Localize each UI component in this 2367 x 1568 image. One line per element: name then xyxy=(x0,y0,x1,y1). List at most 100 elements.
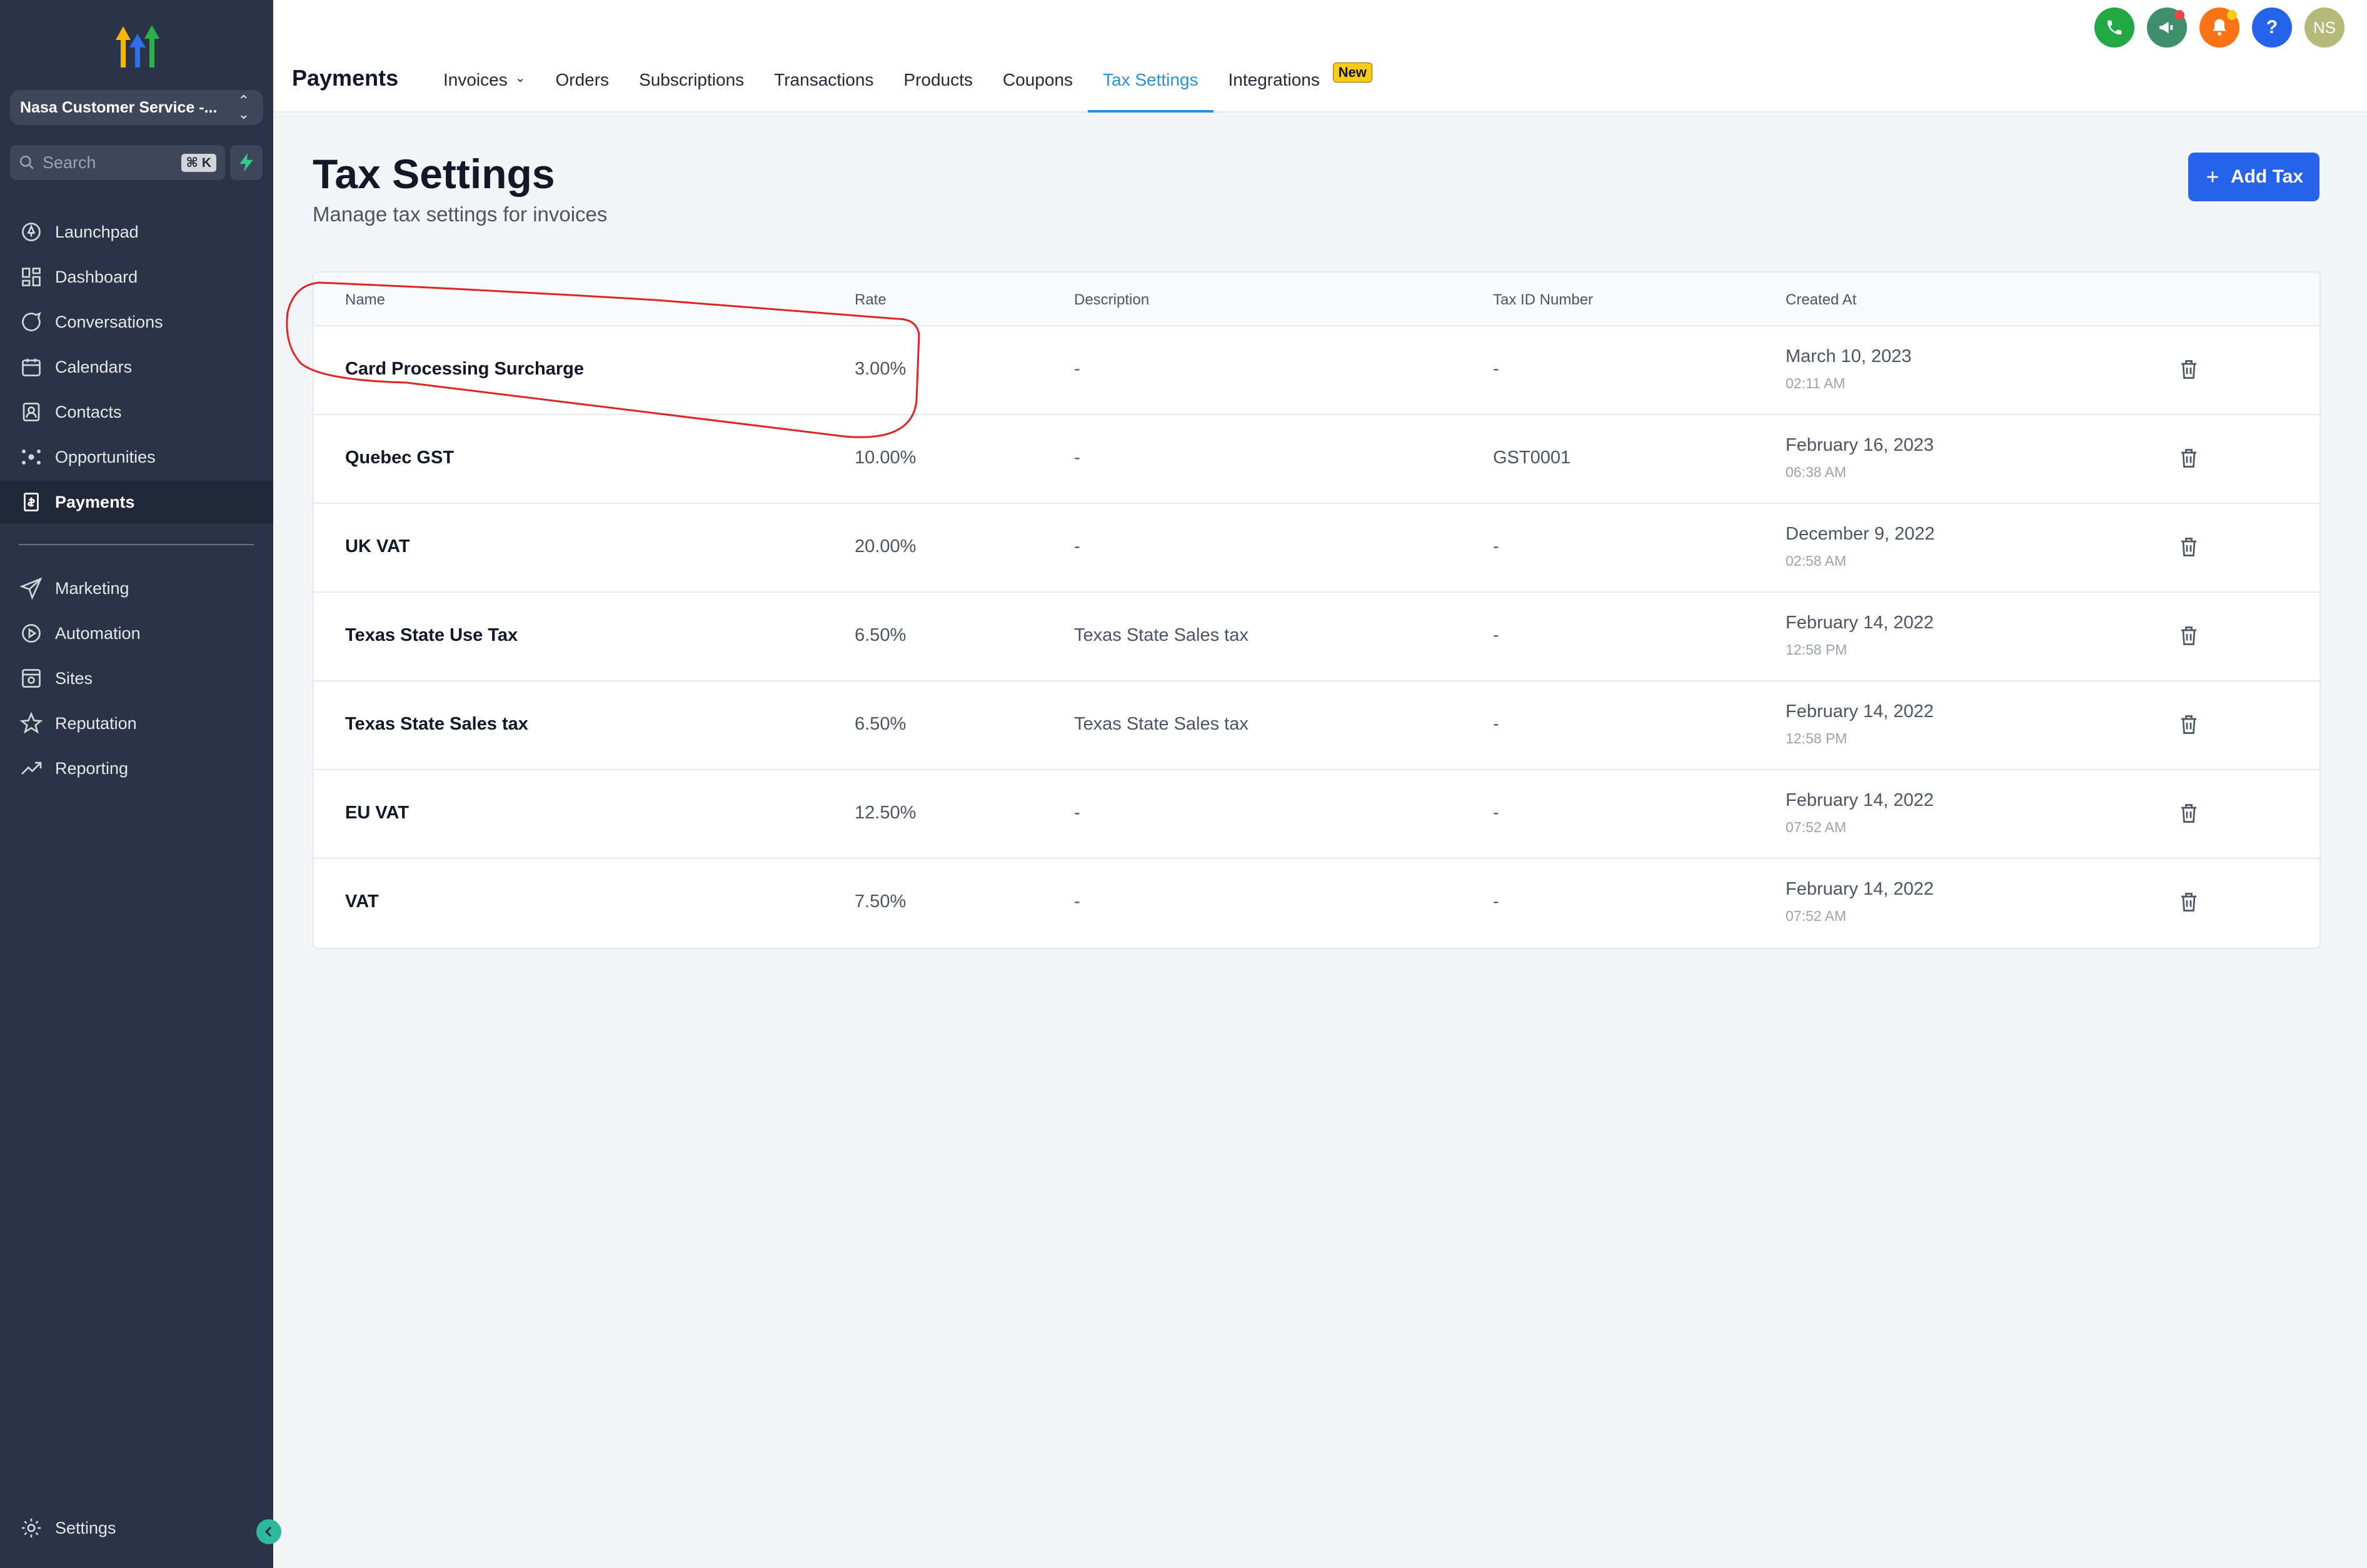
sidebar-item-automation[interactable]: Automation xyxy=(0,612,273,655)
created-time: 12:58 PM xyxy=(1786,730,1847,746)
search-icon xyxy=(19,155,34,169)
phone-button[interactable] xyxy=(2094,8,2134,48)
star-icon xyxy=(20,712,43,734)
sidebar-item-label: Calendars xyxy=(55,357,133,376)
tax-name: EU VAT xyxy=(345,803,410,823)
sidebar-item-settings[interactable]: Settings xyxy=(0,1507,273,1549)
tax-description: Texas State Sales tax xyxy=(1074,625,1249,645)
help-button[interactable]: ? xyxy=(2252,8,2292,48)
sidebar-item-dashboard[interactable]: Dashboard xyxy=(0,256,273,298)
sidebar-item-calendars[interactable]: Calendars xyxy=(0,346,273,388)
grid-icon xyxy=(22,268,41,286)
tax-rate: 12.50% xyxy=(855,803,917,823)
account-switcher[interactable]: Nasa Customer Service -... ⌃ ⌄ xyxy=(10,90,263,125)
user-avatar[interactable]: NS xyxy=(2304,8,2344,48)
chat-icon xyxy=(22,312,41,331)
created-date: February 16, 2023 xyxy=(1786,435,1934,455)
sidebar-item-label: Conversations xyxy=(55,312,163,331)
sidebar-item-sites[interactable]: Sites xyxy=(0,657,273,700)
sidebar-item-reputation[interactable]: Reputation xyxy=(0,702,273,745)
tax-id-number: - xyxy=(1493,892,1499,912)
sidebar-item-label: Launchpad xyxy=(55,222,139,241)
new-badge: New xyxy=(1332,63,1372,83)
tab-orders[interactable]: Orders xyxy=(540,60,624,113)
collapse-sidebar-button[interactable] xyxy=(256,1519,281,1544)
created-time: 06:38 AM xyxy=(1786,464,1847,480)
sidebar-item-launchpad[interactable]: Launchpad xyxy=(0,211,273,253)
tab-label: Transactions xyxy=(774,70,874,89)
tab-coupons[interactable]: Coupons xyxy=(988,60,1088,113)
sidebar-item-contacts[interactable]: Contacts xyxy=(0,391,273,433)
tab-invoices[interactable]: Invoices ⌄ xyxy=(428,60,540,113)
created-date: February 14, 2022 xyxy=(1786,701,1934,721)
tab-subscriptions[interactable]: Subscriptions xyxy=(624,60,759,113)
sidebar-item-payments[interactable]: Payments xyxy=(0,481,273,523)
table-row[interactable]: Quebec GST 10.00% - GST0001 February 16,… xyxy=(314,415,2319,504)
trash-icon[interactable] xyxy=(2179,892,2198,913)
rocket-icon xyxy=(22,223,41,241)
notifications-button[interactable] xyxy=(2199,8,2239,48)
sidebar-item-opportunities[interactable]: Opportunities xyxy=(0,436,273,478)
question-mark-icon: ? xyxy=(2266,17,2278,38)
plus-icon xyxy=(2207,171,2218,183)
quick-actions-button[interactable] xyxy=(230,145,263,180)
table-row[interactable]: Card Processing Surcharge 3.00% - - Marc… xyxy=(314,326,2319,415)
column-header-rate[interactable]: Rate xyxy=(855,291,887,309)
search-input[interactable]: Search ⌘ K xyxy=(10,145,225,180)
sidebar-item-conversations[interactable]: Conversations xyxy=(0,301,273,343)
tax-description: Texas State Sales tax xyxy=(1074,714,1249,734)
trash-icon[interactable] xyxy=(2179,536,2198,558)
tax-name: VAT xyxy=(345,892,379,912)
trash-icon[interactable] xyxy=(2179,714,2198,735)
tax-id-number: - xyxy=(1493,359,1499,379)
add-tax-button[interactable]: Add Tax xyxy=(2188,153,2319,201)
table-row[interactable]: Texas State Sales tax 6.50% Texas State … xyxy=(314,681,2319,770)
table-row[interactable]: VAT 7.50% - - February 14, 2022 07:52 AM xyxy=(314,859,2319,948)
updown-chevron-icon: ⌃ ⌄ xyxy=(238,93,249,122)
network-icon xyxy=(22,450,41,465)
search-placeholder: Search xyxy=(43,153,96,172)
created-date: February 14, 2022 xyxy=(1786,790,1934,810)
table-row[interactable]: Texas State Use Tax 6.50% Texas State Sa… xyxy=(314,593,2319,681)
table-row[interactable]: UK VAT 20.00% - - December 9, 2022 02:58… xyxy=(314,504,2319,593)
header-actions: ? NS xyxy=(2094,8,2344,48)
sidebar-item-label: Settings xyxy=(55,1518,116,1537)
tax-description: - xyxy=(1074,803,1080,823)
trash-icon[interactable] xyxy=(2179,448,2198,469)
trash-icon[interactable] xyxy=(2179,625,2198,646)
column-header-created-at[interactable]: Created At xyxy=(1786,291,1856,309)
tax-id-number: - xyxy=(1493,536,1499,556)
app-logo[interactable] xyxy=(109,21,166,70)
tax-description: - xyxy=(1074,448,1080,468)
tax-description: - xyxy=(1074,536,1080,556)
created-date: March 10, 2023 xyxy=(1786,346,1912,366)
tab-transactions[interactable]: Transactions xyxy=(759,60,888,113)
sidebar: Nasa Customer Service -... ⌃ ⌄ Search ⌘ K… xyxy=(0,0,273,1568)
tab-products[interactable]: Products xyxy=(888,60,988,113)
column-header-name[interactable]: Name xyxy=(345,291,385,309)
tax-rate: 6.50% xyxy=(855,714,907,734)
tax-rate: 20.00% xyxy=(855,536,917,556)
tax-description: - xyxy=(1074,892,1080,912)
created-time: 12:58 PM xyxy=(1786,641,1847,658)
tab-label: Tax Settings xyxy=(1103,70,1199,89)
table-row[interactable]: EU VAT 12.50% - - February 14, 2022 07:5… xyxy=(314,770,2319,859)
announcements-button[interactable] xyxy=(2147,8,2187,48)
column-header-tax-id[interactable]: Tax ID Number xyxy=(1493,291,1593,309)
sidebar-item-marketing[interactable]: Marketing xyxy=(0,567,273,610)
sidebar-item-label: Contacts xyxy=(55,402,122,421)
sites-icon xyxy=(22,669,41,688)
megaphone-icon xyxy=(2159,21,2173,34)
sidebar-item-reporting[interactable]: Reporting xyxy=(0,747,273,790)
trash-icon[interactable] xyxy=(2179,359,2198,380)
tab-integrations[interactable]: Integrations New xyxy=(1214,60,1372,113)
tax-description: - xyxy=(1074,359,1080,379)
tab-tax-settings[interactable]: Tax Settings xyxy=(1088,60,1214,113)
chevron-down-icon: ⌄ xyxy=(515,71,526,85)
sidebar-item-label: Marketing xyxy=(55,578,129,598)
receipt-icon xyxy=(24,493,39,511)
column-header-description[interactable]: Description xyxy=(1074,291,1149,309)
trash-icon[interactable] xyxy=(2179,803,2198,824)
tax-name: Texas State Sales tax xyxy=(345,714,528,734)
contacts-icon xyxy=(23,403,40,421)
